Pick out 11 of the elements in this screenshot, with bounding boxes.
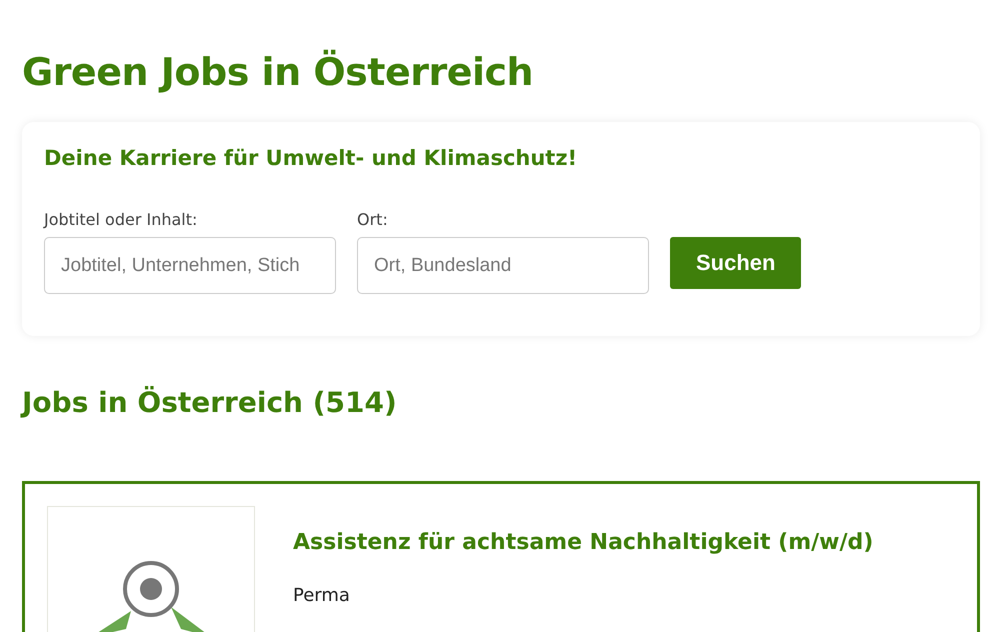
search-button[interactable]: Suchen <box>670 237 802 289</box>
job-card[interactable]: Assistenz für achtsame Nachhaltigkeit (m/w/d) Perma <box>22 481 980 632</box>
results-heading: Jobs in Österreich (514) <box>22 386 397 419</box>
company-name: Perma <box>293 585 350 606</box>
field-label: Jobtitel oder Inhalt: <box>44 210 198 229</box>
page-title: Green Jobs in Österreich <box>22 50 534 94</box>
field-label: Ort: <box>357 210 388 229</box>
job-title[interactable]: Assistenz für achtsame Nachhaltigkeit (m/w/d) <box>293 530 874 555</box>
search-heading: Deine Karriere für Umwelt- und Klimaschutz! <box>44 146 578 170</box>
search-field[interactable]: Jobtitel, Unternehmen, Stich <box>44 237 336 294</box>
search-field[interactable]: Ort, Bundesland <box>357 237 649 294</box>
